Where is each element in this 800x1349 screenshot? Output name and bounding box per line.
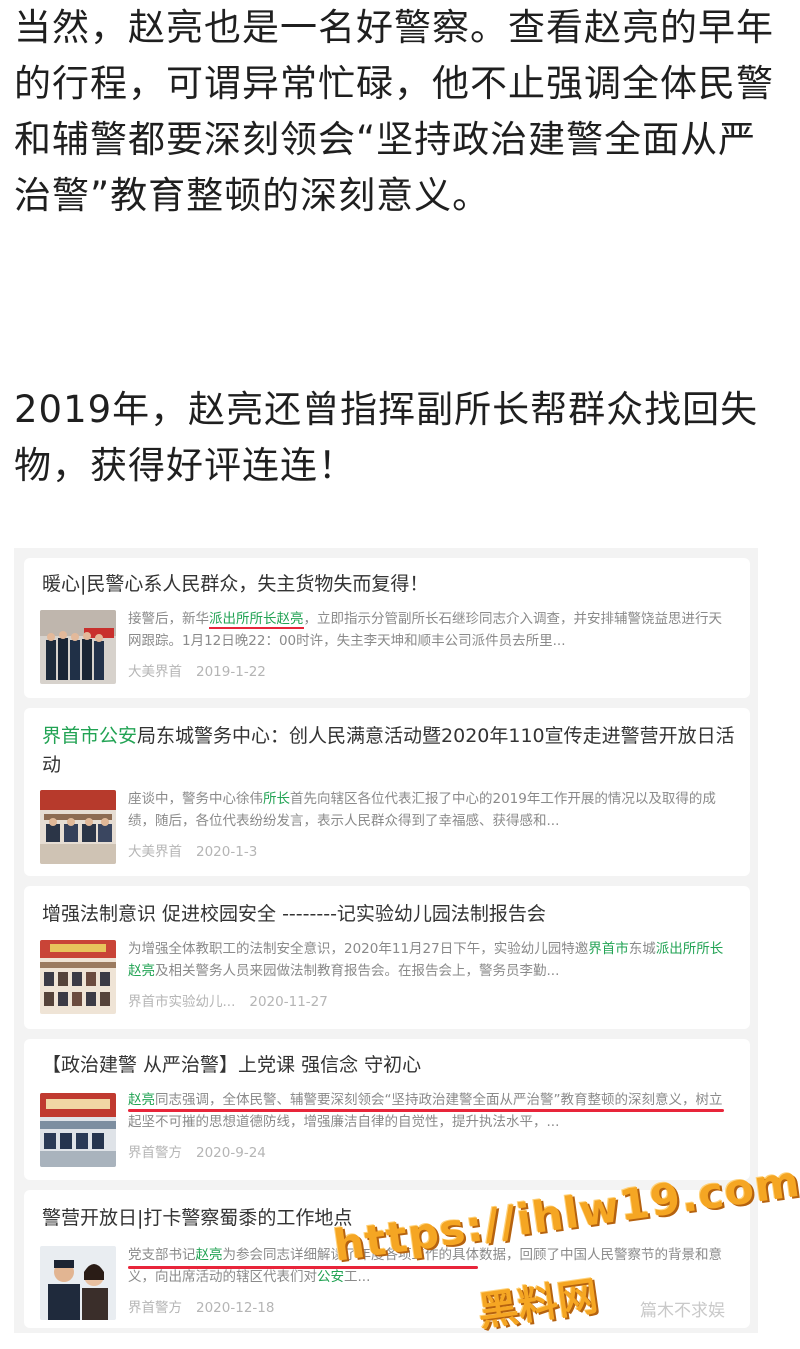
result-source: 界首市实验幼儿... xyxy=(128,994,236,1010)
result-card[interactable]: 暖心|民警心系人民群众，失主货物失而复得！ 接警后，新华派出所所长赵亮，立即指示… xyxy=(24,558,750,698)
article-paragraph-1: 当然，赵亮也是一名好警察。查看赵亮的早年的行程，可谓异常忙碌，他不止强调全体民警… xyxy=(14,6,774,217)
result-card[interactable]: 【政治建警 从严治警】上党课 强信念 守初心 赵亮同志强调，全体民警、辅警要深刻… xyxy=(24,1039,750,1180)
result-title[interactable]: 界首市公安局东城警务中心：创人民满意活动暨2020年110宣传走进警营开放日活动 xyxy=(42,722,736,780)
result-thumbnail xyxy=(40,1093,116,1167)
result-card[interactable]: 界首市公安局东城警务中心：创人民满意活动暨2020年110宣传走进警营开放日活动… xyxy=(24,708,750,876)
result-meta: 大美界首 2020-1-3 xyxy=(128,840,257,860)
result-source: 界首警方 xyxy=(128,1145,182,1161)
result-title[interactable]: 暖心|民警心系人民群众，失主货物失而复得！ xyxy=(42,570,736,599)
result-date: 2019-1-22 xyxy=(196,664,266,680)
result-meta: 界首警方 2020-12-18 xyxy=(128,1296,274,1316)
result-source: 大美界首 xyxy=(128,844,182,860)
watermark-corner-text: 篇木不求娱 xyxy=(640,1301,725,1321)
result-source: 大美界首 xyxy=(128,664,182,680)
result-date: 2020-11-27 xyxy=(249,994,328,1010)
result-card[interactable]: 增强法制意识 促进校园安全 --------记实验幼儿园法制报告会 为增强全体教… xyxy=(24,886,750,1029)
result-thumbnail xyxy=(40,790,116,864)
result-meta: 大美界首 2019-1-22 xyxy=(128,660,266,680)
result-thumbnail xyxy=(40,940,116,1014)
article-paragraph-2: 2019年，赵亮还曾指挥副所长帮群众找回失物，获得好评连连！ xyxy=(14,388,759,487)
result-snippet: 座谈中，警务中心徐伟所长首先向辖区各位代表汇报了中心的2019年工作开展的情况以… xyxy=(128,791,716,829)
result-date: 2020-9-24 xyxy=(196,1145,266,1161)
result-date: 2020-1-3 xyxy=(196,844,258,860)
result-snippet: 为增强全体教职工的法制安全意识，2020年11月27日下午，实验幼儿园特邀界首市… xyxy=(128,941,724,979)
result-date: 2020-12-18 xyxy=(196,1300,275,1316)
result-meta: 界首警方 2020-9-24 xyxy=(128,1141,266,1161)
result-title[interactable]: 【政治建警 从严治警】上党课 强信念 守初心 xyxy=(42,1051,736,1080)
result-snippet: 赵亮同志强调，全体民警、辅警要深刻领会“坚持政治建警全面从严治警”教育整顿的深刻… xyxy=(128,1092,723,1130)
result-thumbnail xyxy=(40,1246,116,1320)
result-title[interactable]: 增强法制意识 促进校园安全 --------记实验幼儿园法制报告会 xyxy=(42,900,736,929)
result-meta: 界首市实验幼儿... 2020-11-27 xyxy=(128,990,328,1010)
result-snippet: 接警后，新华派出所所长赵亮，立即指示分管副所长石继珍同志介入调查，并安排辅警饶益… xyxy=(128,611,722,649)
result-thumbnail xyxy=(40,610,116,684)
result-source: 界首警方 xyxy=(128,1300,182,1316)
